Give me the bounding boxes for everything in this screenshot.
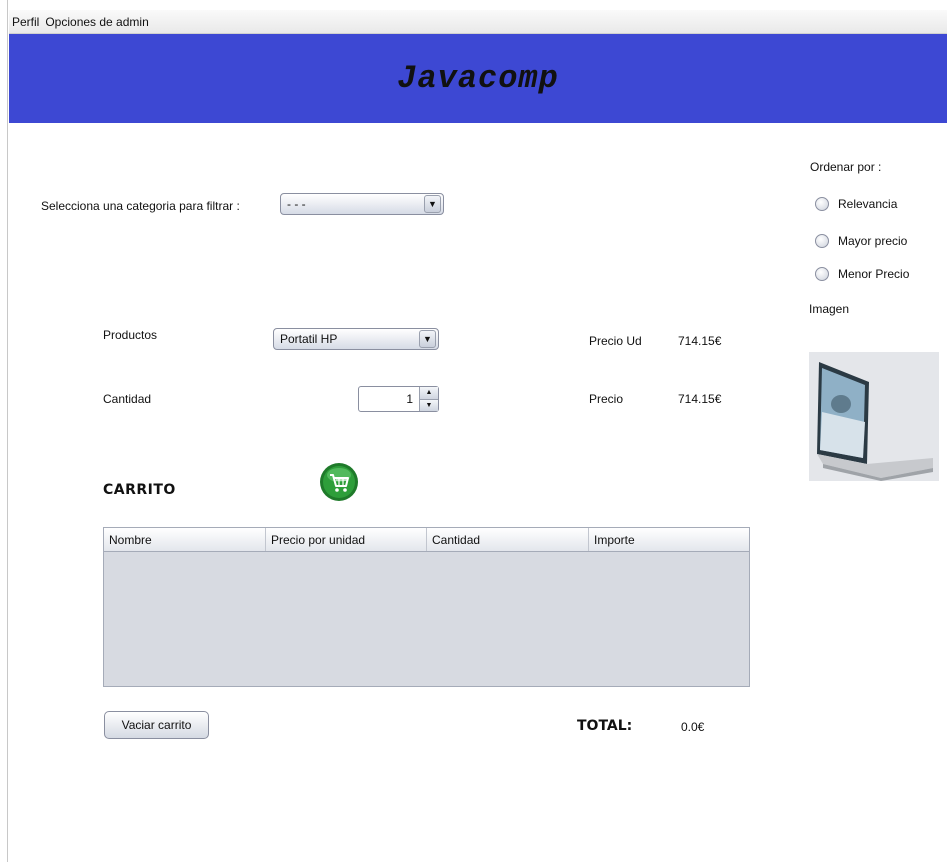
total-value: 0.0€ xyxy=(681,720,705,734)
cart-table[interactable]: Nombre Precio por unidad Cantidad Import… xyxy=(103,527,750,687)
category-filter-select[interactable]: - - - ▼ xyxy=(280,193,444,215)
quantity-label: Cantidad xyxy=(103,392,152,406)
image-label: Imagen xyxy=(809,302,850,316)
category-filter-value: - - - xyxy=(287,197,306,211)
total-label: TOTAL: xyxy=(577,718,633,734)
empty-cart-button[interactable]: Vaciar carrito xyxy=(104,711,209,739)
window-left-edge xyxy=(0,0,8,862)
quantity-value[interactable]: 1 xyxy=(359,387,419,411)
column-header-precio-unidad[interactable]: Precio por unidad xyxy=(266,528,427,551)
product-image xyxy=(809,352,939,481)
radio-circle-icon xyxy=(815,197,829,211)
header-banner: Javacomp xyxy=(9,34,947,123)
menu-bar: Perfil Opciones de admin xyxy=(9,10,947,34)
price-value: 714.15€ xyxy=(678,392,722,406)
quantity-stepper[interactable]: 1 ▲ ▼ xyxy=(358,386,439,412)
stepper-buttons: ▲ ▼ xyxy=(419,387,438,411)
chevron-down-icon: ▼ xyxy=(424,195,441,213)
shopping-cart-icon xyxy=(320,463,358,501)
sort-option-label: Relevancia xyxy=(838,197,898,211)
cart-table-header: Nombre Precio por unidad Cantidad Import… xyxy=(104,528,749,552)
add-to-cart-button[interactable] xyxy=(319,462,359,502)
cart-heading: CARRITO xyxy=(103,482,176,498)
unit-price-label: Precio Ud xyxy=(589,334,642,348)
product-select-value: Portatil HP xyxy=(280,332,338,346)
stepper-up-icon[interactable]: ▲ xyxy=(420,387,438,399)
column-header-cantidad[interactable]: Cantidad xyxy=(427,528,589,551)
app-title: Javacomp xyxy=(397,60,559,97)
column-header-nombre[interactable]: Nombre xyxy=(104,528,266,551)
menu-admin-options[interactable]: Opciones de admin xyxy=(42,10,151,34)
sort-option-label: Mayor precio xyxy=(838,234,908,248)
stepper-down-icon[interactable]: ▼ xyxy=(420,398,438,411)
chevron-down-icon: ▼ xyxy=(419,330,436,348)
sort-option-relevancia[interactable]: Relevancia xyxy=(815,197,897,211)
products-label: Productos xyxy=(103,328,158,342)
sort-option-mayor-precio[interactable]: Mayor precio xyxy=(815,234,907,248)
sort-label: Ordenar por : xyxy=(810,160,882,174)
menu-perfil[interactable]: Perfil xyxy=(9,10,42,34)
price-label: Precio xyxy=(589,392,624,406)
radio-circle-icon xyxy=(815,234,829,248)
column-header-importe[interactable]: Importe xyxy=(589,528,749,551)
sort-option-menor-precio[interactable]: Menor Precio xyxy=(815,267,909,281)
sort-option-label: Menor Precio xyxy=(838,267,910,281)
unit-price-value: 714.15€ xyxy=(678,334,722,348)
product-select[interactable]: Portatil HP ▼ xyxy=(273,328,439,350)
radio-circle-icon xyxy=(815,267,829,281)
category-filter-label: Selecciona una categoria para filtrar : xyxy=(41,199,240,213)
